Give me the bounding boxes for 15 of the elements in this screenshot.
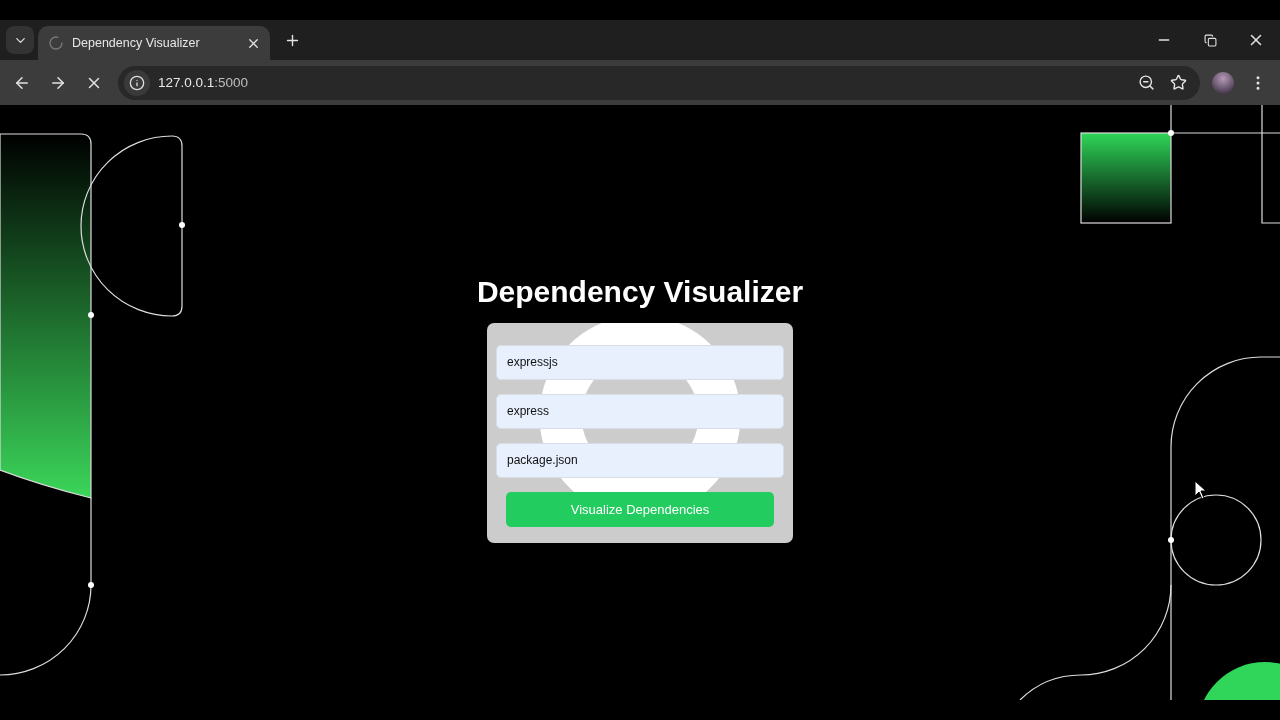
- pointer-icon: [1194, 480, 1208, 500]
- tab-search-button[interactable]: [6, 26, 34, 54]
- bookmark-star-icon[interactable]: [1169, 74, 1187, 91]
- url-text: 127.0.0.1:5000: [158, 75, 250, 90]
- text-input-field[interactable]: expressjs: [496, 344, 784, 380]
- profile-avatar[interactable]: [1212, 71, 1234, 94]
- text-input-field[interactable]: express: [496, 393, 784, 429]
- tab-title: Dependency Visualizer: [72, 36, 201, 50]
- address-bar[interactable]: 127.0.0.1:5000: [118, 65, 1200, 100]
- info-icon[interactable]: [124, 69, 150, 96]
- page-heading: Dependency Visualizer: [476, 274, 804, 309]
- browser-tab[interactable]: Dependency Visualizer: [38, 26, 270, 60]
- restore-icon[interactable]: [1203, 33, 1217, 47]
- zoom-out-icon[interactable]: [1137, 74, 1155, 91]
- text-input-field[interactable]: package.json: [496, 442, 784, 478]
